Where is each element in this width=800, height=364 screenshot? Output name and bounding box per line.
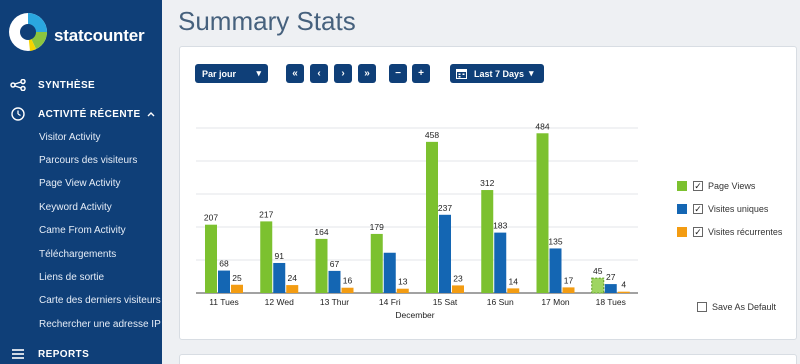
sidebar-item-came-from-activity[interactable]: Came From Activity — [39, 225, 126, 236]
next-period-button[interactable]: › — [334, 64, 352, 83]
legend-checkbox[interactable]: ✓ — [693, 181, 703, 191]
last-period-button[interactable]: » — [358, 64, 376, 83]
legend-item-page-views[interactable]: ✓ Page Views — [677, 181, 755, 191]
legend-label: Page Views — [708, 181, 756, 191]
legend-checkbox[interactable]: ✓ — [693, 204, 703, 214]
legend-item-visites-recurrentes[interactable]: ✓ Visites récurrentes — [677, 227, 782, 237]
sidebar-item-visitor-activity[interactable]: Visitor Activity — [39, 132, 101, 143]
sidebar-item-keyword-activity[interactable]: Keyword Activity — [39, 202, 112, 213]
sidebar-item-telechargements[interactable]: Téléchargements — [39, 249, 116, 260]
nav-section-activite-recente[interactable]: ACTIVITÉ RÉCENTE — [0, 102, 162, 126]
legend-swatch — [677, 204, 687, 214]
network-icon — [9, 78, 27, 92]
brand-name: statcounter — [54, 26, 145, 45]
legend-label: Visites récurrentes — [708, 227, 783, 237]
chevron-down-icon: ▾ — [529, 68, 534, 78]
legend-label: Visites uniques — [708, 204, 769, 214]
legend-swatch — [677, 181, 687, 191]
page-title: Summary Stats — [178, 6, 356, 36]
sidebar-item-carte-visiteurs[interactable]: Carte des derniers visiteurs — [39, 295, 161, 306]
secondary-panel — [179, 354, 797, 364]
sidebar-item-rechercher-ip[interactable]: Rechercher une adresse IP — [39, 319, 161, 330]
save-default-checkbox[interactable] — [697, 302, 707, 312]
legend-swatch — [677, 227, 687, 237]
sidebar-item-parcours-visiteurs[interactable]: Parcours des visiteurs — [39, 155, 137, 166]
calendar-icon — [456, 68, 467, 79]
save-as-default[interactable]: Save As Default — [697, 302, 776, 312]
sidebar-item-liens-de-sortie[interactable]: Liens de sortie — [39, 272, 104, 283]
legend-item-visites-uniques[interactable]: ✓ Visites uniques — [677, 204, 768, 214]
date-range-value: Last 7 Days — [474, 68, 525, 79]
chevron-down-icon: ▾ — [256, 68, 261, 78]
period-select[interactable]: Par jour ▾ — [195, 64, 268, 83]
stats-panel — [179, 46, 797, 340]
menu-icon — [9, 347, 27, 361]
date-range-select[interactable]: Last 7 Days ▾ — [450, 64, 544, 83]
nav-section-synthese[interactable]: SYNTHÈSE — [0, 73, 162, 97]
save-default-label: Save As Default — [712, 302, 777, 312]
legend-checkbox[interactable]: ✓ — [693, 227, 703, 237]
zoom-in-button[interactable]: + — [412, 64, 430, 83]
chevron-up-icon — [147, 109, 155, 119]
brand-logo[interactable]: statcounter — [8, 12, 158, 56]
previous-period-button[interactable]: ‹ — [310, 64, 328, 83]
nav-section-reports[interactable]: REPORTS — [0, 342, 162, 364]
statcounter-logo-icon — [9, 13, 47, 51]
nav-section-label: REPORTS — [38, 348, 90, 360]
clock-icon — [9, 107, 27, 121]
sidebar-item-page-view-activity[interactable]: Page View Activity — [39, 178, 121, 189]
nav-section-label: SYNTHÈSE — [38, 79, 96, 91]
first-period-button[interactable]: « — [286, 64, 304, 83]
period-select-value: Par jour — [202, 68, 237, 79]
nav-section-label: ACTIVITÉ RÉCENTE — [38, 108, 141, 120]
zoom-out-button[interactable]: − — [389, 64, 407, 83]
sidebar: statcounter SYNTHÈSE ACTIVITÉ RÉCENTE Vi… — [0, 0, 162, 364]
